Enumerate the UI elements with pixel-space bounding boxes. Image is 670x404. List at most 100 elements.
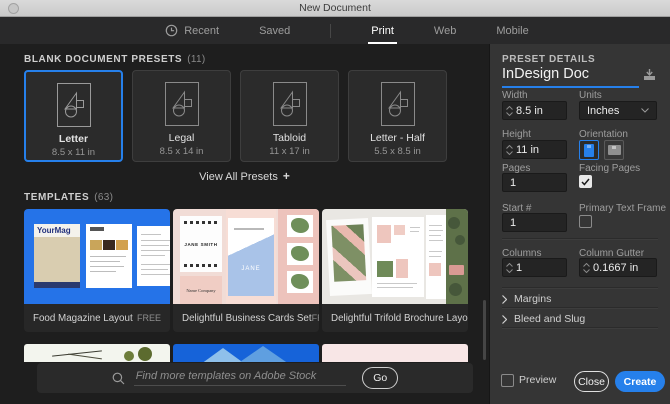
template-thumbnail: YourMag	[24, 209, 170, 304]
portrait-icon	[584, 143, 594, 157]
preview-checkbox[interactable]	[501, 374, 514, 387]
template-row: YourMag Food Magazine Layout FREE JANE S…	[24, 209, 468, 332]
preset-card-legal[interactable]: Legal 8.5 x 14 in	[132, 70, 231, 162]
column-gutter-input[interactable]: 0.1667 in	[579, 258, 657, 277]
action-bar: Preview Close Create	[490, 371, 670, 392]
tab-mobile[interactable]: Mobile	[496, 17, 528, 44]
business-card-name: JANE SMITH	[184, 241, 218, 247]
preset-dims: 11 x 17 in	[269, 146, 310, 157]
check-icon	[581, 178, 590, 186]
tab-recent-label: Recent	[184, 24, 220, 37]
preset-details-panel: PRESET DETAILS InDesign Doc Width Units …	[489, 44, 670, 404]
blank-document-icon	[164, 82, 199, 126]
template-thumbnail	[322, 209, 468, 304]
document-name-input[interactable]: InDesign Doc	[502, 66, 639, 88]
start-number-input[interactable]: 1	[502, 213, 567, 232]
templates-count: (63)	[94, 192, 114, 203]
chevron-right-icon	[502, 314, 507, 324]
clock-icon	[165, 24, 178, 37]
magazine-cover-title: YourMag	[37, 226, 71, 235]
columns-input[interactable]: 1	[502, 258, 567, 277]
new-document-dialog: New Document Recent Saved Print Web Mobi…	[0, 0, 670, 404]
template-row-partial	[24, 344, 468, 362]
template-title: Delightful Trifold Brochure Layout	[331, 312, 468, 324]
tab-print-label: Print	[371, 24, 394, 37]
primary-text-frame-checkbox[interactable]	[579, 215, 592, 228]
orientation-landscape-button[interactable]	[604, 140, 624, 160]
orientation-portrait-button[interactable]	[579, 140, 599, 160]
margins-section-toggle[interactable]: Margins	[502, 293, 551, 305]
tab-saved-label: Saved	[259, 24, 291, 37]
divider	[502, 287, 658, 288]
preset-card-letter[interactable]: Letter 8.5 x 11 in	[24, 70, 123, 162]
template-thumbnail: JANE SMITH Name Company JANE	[173, 209, 319, 304]
template-card-partial[interactable]	[173, 344, 319, 362]
blank-document-icon	[56, 83, 91, 127]
start-number-value: 1	[510, 216, 517, 229]
template-card-trifold-brochure[interactable]: Delightful Trifold Brochure Layout FREE	[322, 209, 468, 332]
search-input[interactable]: Find more templates on Adobe Stock	[133, 370, 347, 386]
columns-value: 1	[516, 261, 523, 274]
tab-recent[interactable]: Recent	[165, 17, 219, 44]
height-stepper[interactable]	[503, 141, 516, 158]
margins-label: Margins	[514, 293, 552, 305]
content-panel: BLANK DOCUMENT PRESETS (11) Letter 8.5 x …	[0, 44, 489, 404]
units-value: Inches	[587, 104, 620, 117]
save-preset-icon[interactable]	[642, 68, 657, 86]
divider	[502, 307, 658, 308]
window-close-button[interactable]	[8, 3, 19, 14]
create-button[interactable]: Create	[615, 371, 665, 392]
width-input[interactable]: 8.5 in	[502, 101, 567, 120]
primary-text-frame-label: Primary Text Frame	[579, 203, 667, 214]
orientation-label: Orientation	[579, 129, 628, 140]
templates-header: TEMPLATES (63)	[24, 192, 114, 203]
preset-card-letter-half[interactable]: Letter - Half 5.5 x 8.5 in	[348, 70, 447, 162]
tab-saved[interactable]: Saved	[259, 17, 290, 44]
column-gutter-value: 0.1667 in	[593, 261, 639, 274]
pages-input[interactable]: 1	[502, 173, 567, 192]
preview-label: Preview	[519, 374, 557, 386]
plus-icon: +	[282, 169, 290, 183]
facing-pages-label: Facing Pages	[579, 163, 641, 174]
window-title: New Document	[299, 2, 371, 14]
pages-value: 1	[510, 176, 517, 189]
divider	[502, 327, 658, 328]
bleed-slug-section-toggle[interactable]: Bleed and Slug	[502, 313, 585, 325]
columns-stepper[interactable]	[503, 259, 516, 276]
titlebar: New Document	[0, 0, 670, 17]
preset-name: Letter	[58, 133, 89, 145]
template-title: Delightful Business Cards Set	[182, 312, 312, 324]
preset-dims: 5.5 x 8.5 in	[374, 146, 421, 157]
template-card-partial[interactable]	[322, 344, 468, 362]
tab-web[interactable]: Web	[434, 17, 456, 44]
template-card-partial[interactable]	[24, 344, 170, 362]
preset-name: Tabloid	[272, 132, 307, 144]
template-card-business-cards[interactable]: JANE SMITH Name Company JANE Delightful …	[173, 209, 319, 332]
scrollbar-thumb[interactable]	[483, 300, 486, 360]
facing-pages-checkbox[interactable]	[579, 175, 592, 188]
free-badge: FREE	[136, 313, 161, 323]
height-input[interactable]: 11 in	[502, 140, 567, 159]
template-card-food-magazine[interactable]: YourMag Food Magazine Layout FREE	[24, 209, 170, 332]
view-all-presets-button[interactable]: View All Presets +	[0, 169, 489, 183]
width-stepper[interactable]	[503, 102, 516, 119]
blank-document-icon	[272, 82, 307, 126]
tab-print[interactable]: Print	[368, 17, 397, 44]
close-button[interactable]: Close	[574, 371, 609, 392]
adobe-stock-search-bar[interactable]: Find more templates on Adobe Stock Go	[37, 363, 473, 393]
height-label: Height	[502, 129, 531, 140]
chevron-right-icon	[502, 294, 507, 304]
template-title: Food Magazine Layout	[33, 312, 133, 324]
column-gutter-stepper[interactable]	[580, 259, 593, 276]
width-value: 8.5 in	[516, 104, 543, 117]
go-button[interactable]: Go	[362, 367, 399, 389]
height-value: 11 in	[516, 143, 540, 156]
blank-presets-count: (11)	[187, 54, 206, 65]
units-select[interactable]: Inches	[579, 101, 657, 120]
preset-card-tabloid[interactable]: Tabloid 11 x 17 in	[240, 70, 339, 162]
landscape-icon	[607, 145, 621, 155]
width-label: Width	[502, 90, 528, 101]
tab-divider	[330, 23, 332, 38]
preset-name: Legal	[168, 132, 195, 144]
tab-web-label: Web	[433, 24, 457, 37]
